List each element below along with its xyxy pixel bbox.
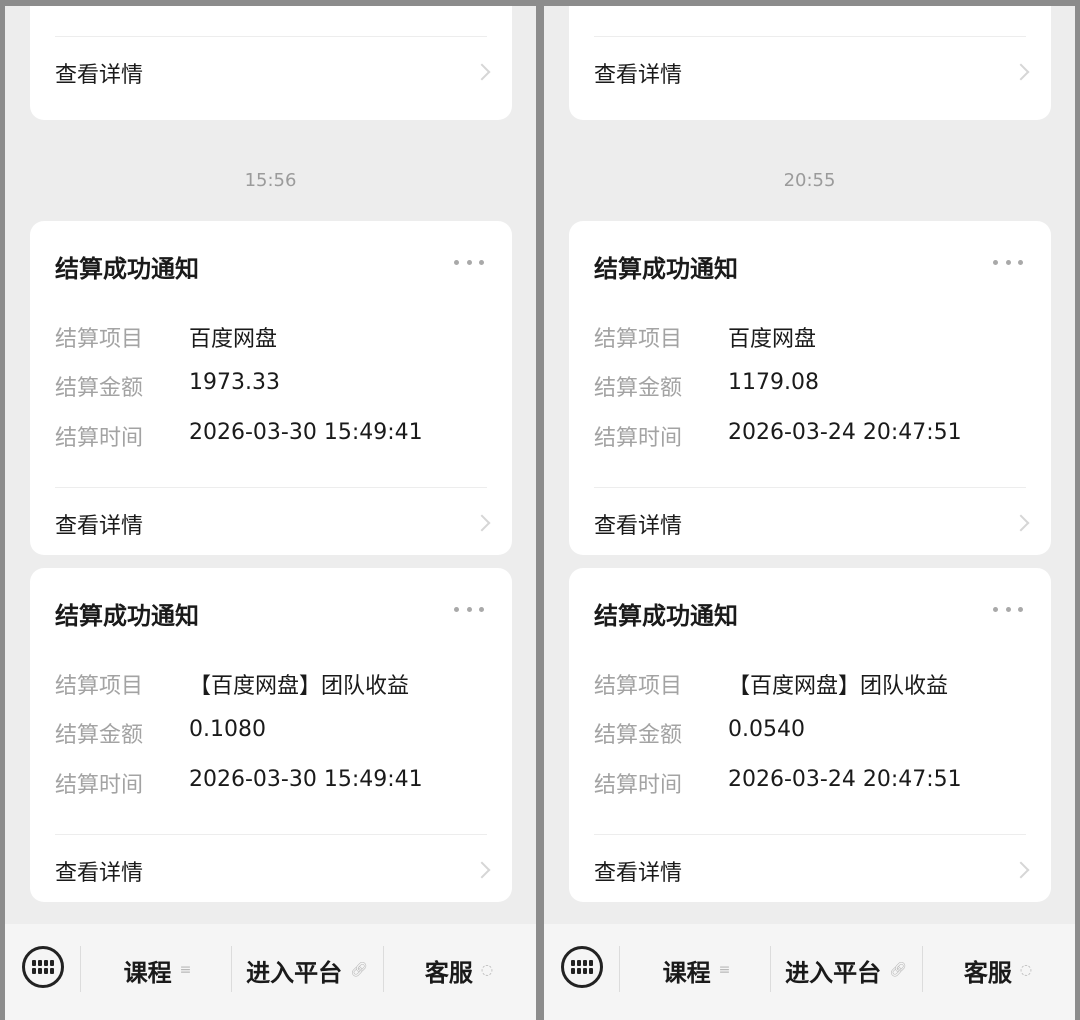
field-value: 百度网盘 xyxy=(189,327,278,352)
view-details-link[interactable]: 查看详情 xyxy=(569,42,1051,102)
field-label: 结算金额 xyxy=(594,723,683,748)
chat-panel-right: 查看详情 20:55 结算成功通知 结算项目 百度网盘 结算金额 1179.08… xyxy=(544,6,1075,1020)
menu-separator xyxy=(770,946,771,992)
message-card-previous: 查看详情 xyxy=(569,6,1051,120)
card-title: 结算成功通知 xyxy=(594,602,738,630)
divider xyxy=(594,834,1026,835)
menu-customer-service[interactable]: 客服 ◌ xyxy=(385,952,533,988)
list-icon: ≡ xyxy=(179,962,192,978)
view-details-label: 查看详情 xyxy=(594,861,683,886)
message-card-previous: 查看详情 xyxy=(30,6,512,120)
bottom-menu-bar: 课程 ≡ 进入平台 🔗︎ 客服 ◌ xyxy=(544,924,1075,1020)
field-label: 结算时间 xyxy=(594,773,683,798)
divider xyxy=(594,487,1026,488)
chevron-right-icon xyxy=(1012,514,1030,532)
divider xyxy=(55,36,487,37)
menu-label: 客服 xyxy=(963,958,1012,987)
field-value: 0.0540 xyxy=(728,717,805,742)
link-icon: 🔗︎ xyxy=(350,962,368,978)
keyboard-icon[interactable] xyxy=(561,946,603,988)
view-details-link[interactable]: 查看详情 xyxy=(30,42,512,102)
view-details-label: 查看详情 xyxy=(55,514,144,539)
field-label: 结算项目 xyxy=(594,674,683,699)
chevron-right-icon xyxy=(1012,63,1030,81)
settlement-notification-card: 结算成功通知 结算项目 百度网盘 结算金额 1973.33 结算时间 2026-… xyxy=(30,221,512,555)
menu-separator xyxy=(80,946,81,992)
field-label: 结算项目 xyxy=(55,327,144,352)
field-label: 结算项目 xyxy=(55,674,144,699)
field-value: 2026-03-30 15:49:41 xyxy=(189,420,423,445)
view-details-link[interactable]: 查看详情 xyxy=(30,840,512,900)
chevron-right-icon xyxy=(473,63,491,81)
menu-label: 课程 xyxy=(662,958,711,987)
chat-bubble-icon: ◌ xyxy=(1019,962,1033,978)
divider xyxy=(55,487,487,488)
field-label: 结算时间 xyxy=(594,426,683,451)
message-timestamp: 15:56 xyxy=(244,170,297,191)
field-value: 百度网盘 xyxy=(728,327,817,352)
card-title: 结算成功通知 xyxy=(55,602,199,630)
field-value: 【百度网盘】团队收益 xyxy=(189,674,410,699)
menu-customer-service[interactable]: 客服 ◌ xyxy=(924,952,1072,988)
menu-label: 课程 xyxy=(123,958,172,987)
view-details-label: 查看详情 xyxy=(55,861,144,886)
chat-bubble-icon: ◌ xyxy=(480,962,494,978)
field-label: 结算金额 xyxy=(55,376,144,401)
menu-label: 客服 xyxy=(424,958,473,987)
menu-label: 进入平台 xyxy=(785,958,882,987)
menu-separator xyxy=(383,946,384,992)
chat-panel-left: 查看详情 15:56 结算成功通知 结算项目 百度网盘 结算金额 1973.33… xyxy=(5,6,536,1020)
keyboard-icon[interactable] xyxy=(22,946,64,988)
menu-courses[interactable]: 课程 ≡ xyxy=(85,952,230,988)
menu-enter-platform[interactable]: 进入平台 🔗︎ xyxy=(233,952,381,988)
field-value: 2026-03-24 20:47:51 xyxy=(728,767,962,792)
more-options-icon[interactable] xyxy=(993,606,1023,612)
more-options-icon[interactable] xyxy=(454,606,484,612)
field-value: 1973.33 xyxy=(189,370,280,395)
chevron-right-icon xyxy=(1012,861,1030,879)
menu-separator xyxy=(922,946,923,992)
view-details-label: 查看详情 xyxy=(594,63,683,88)
view-details-link[interactable]: 查看详情 xyxy=(569,840,1051,900)
view-details-link[interactable]: 查看详情 xyxy=(30,493,512,553)
field-label: 结算项目 xyxy=(594,327,683,352)
settlement-notification-card: 结算成功通知 结算项目 百度网盘 结算金额 1179.08 结算时间 2026-… xyxy=(569,221,1051,555)
settlement-notification-card: 结算成功通知 结算项目 【百度网盘】团队收益 结算金额 0.1080 结算时间 … xyxy=(30,568,512,902)
card-title: 结算成功通知 xyxy=(594,255,738,283)
field-value: 1179.08 xyxy=(728,370,819,395)
field-label: 结算金额 xyxy=(594,376,683,401)
chevron-right-icon xyxy=(473,514,491,532)
field-value: 0.1080 xyxy=(189,717,266,742)
menu-enter-platform[interactable]: 进入平台 🔗︎ xyxy=(772,952,920,988)
view-details-label: 查看详情 xyxy=(594,514,683,539)
more-options-icon[interactable] xyxy=(993,259,1023,265)
view-details-label: 查看详情 xyxy=(55,63,144,88)
field-label: 结算金额 xyxy=(55,723,144,748)
card-title: 结算成功通知 xyxy=(55,255,199,283)
view-details-link[interactable]: 查看详情 xyxy=(569,493,1051,553)
bottom-menu-bar: 课程 ≡ 进入平台 🔗︎ 客服 ◌ xyxy=(5,924,536,1020)
field-value: 2026-03-24 20:47:51 xyxy=(728,420,962,445)
settlement-notification-card: 结算成功通知 结算项目 【百度网盘】团队收益 结算金额 0.0540 结算时间 … xyxy=(569,568,1051,902)
link-icon: 🔗︎ xyxy=(889,962,907,978)
field-value: 【百度网盘】团队收益 xyxy=(728,674,949,699)
menu-label: 进入平台 xyxy=(246,958,343,987)
divider xyxy=(594,36,1026,37)
message-timestamp: 20:55 xyxy=(783,170,836,191)
list-icon: ≡ xyxy=(718,962,731,978)
menu-separator xyxy=(231,946,232,992)
menu-courses[interactable]: 课程 ≡ xyxy=(624,952,769,988)
field-label: 结算时间 xyxy=(55,426,144,451)
field-label: 结算时间 xyxy=(55,773,144,798)
chevron-right-icon xyxy=(473,861,491,879)
field-value: 2026-03-30 15:49:41 xyxy=(189,767,423,792)
divider xyxy=(55,834,487,835)
more-options-icon[interactable] xyxy=(454,259,484,265)
menu-separator xyxy=(619,946,620,992)
